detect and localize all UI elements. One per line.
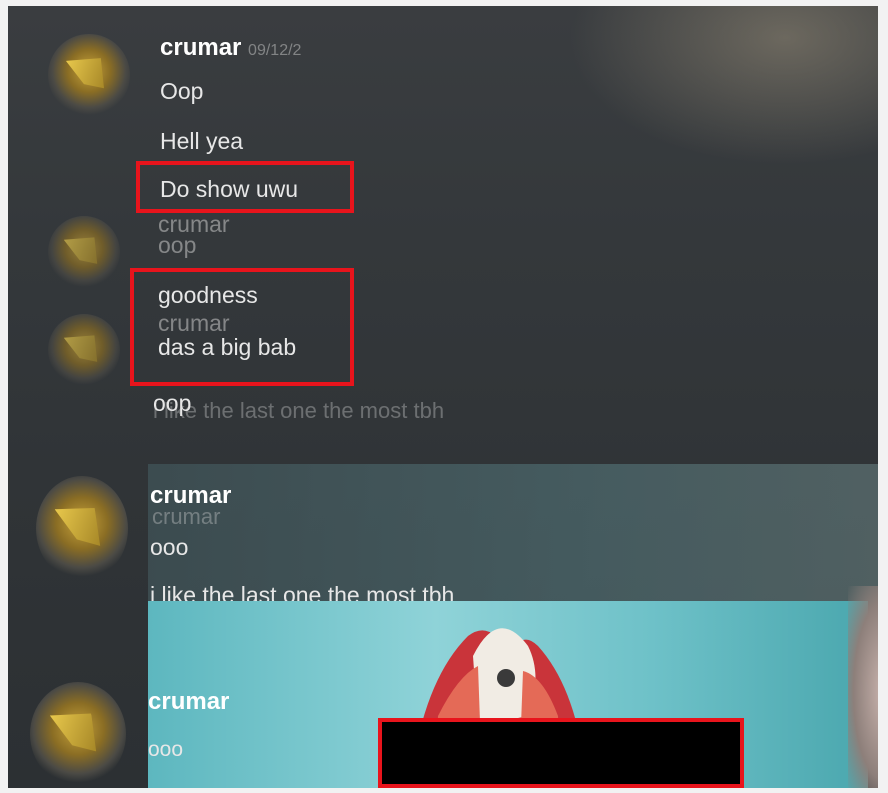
user-avatar[interactable] [48,314,120,386]
phone-screen: crumar 09/12/2 Oop Hell yea Do show uwu … [8,6,878,788]
user-avatar[interactable] [36,476,128,581]
message-text: oop [158,232,197,258]
message-text-ghost: i like the last one the most tbh [153,398,445,423]
user-avatar[interactable] [48,34,130,116]
highlight-box [130,268,354,386]
author-name[interactable]: crumar 09/12/2 [160,34,301,62]
message-text: Hell yea [160,128,244,154]
redaction-box [378,718,744,788]
author-name[interactable]: crumar [148,688,229,716]
user-avatar[interactable] [30,682,126,786]
highlight-box [136,161,354,213]
author-name-ghost: crumar [152,504,221,529]
user-avatar[interactable] [48,216,120,288]
message-text: Oop [160,78,204,104]
message-text: ooo [150,534,189,560]
finger-glare [848,586,878,788]
message-timestamp: 09/12/2 [248,42,302,59]
screen-glare [568,6,878,166]
message-text: ooo [148,738,184,761]
